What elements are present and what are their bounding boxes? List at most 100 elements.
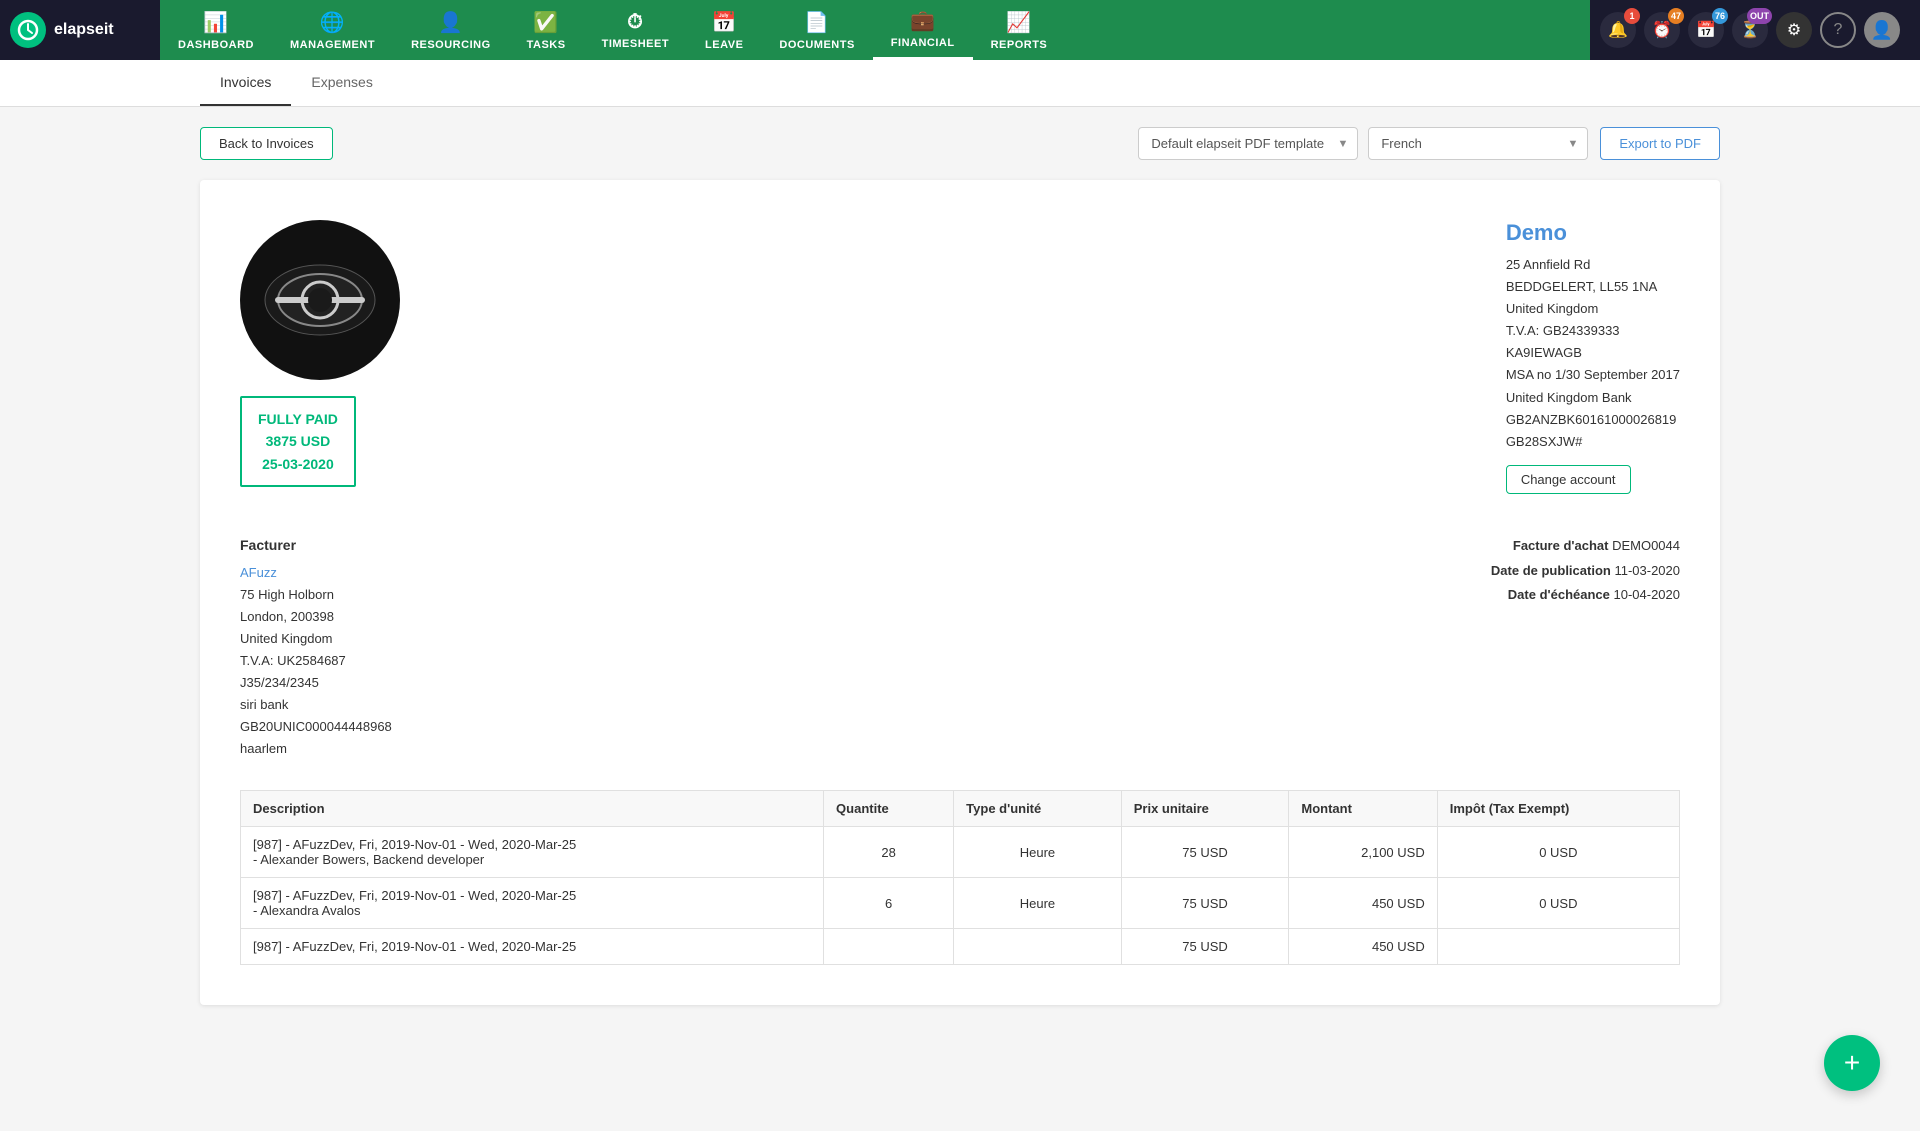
cell-description: [987] - AFuzzDev, Fri, 2019-Nov-01 - Wed… [241,878,824,929]
invoice-header: FULLY PAID 3875 USD 25-03-2020 Demo 25 A… [240,220,1680,494]
stamp-line1: FULLY PAID [258,408,338,430]
template-select-wrapper: Default elapseit PDF template ▼ [1138,127,1358,160]
nav-leave[interactable]: 📅 LEAVE [687,0,761,60]
logo-icon [10,12,46,48]
main-content: Back to Invoices Default elapseit PDF te… [0,107,1920,1025]
template-selectors: Default elapseit PDF template ▼ French E… [1138,127,1588,160]
nav-documents[interactable]: 📄 DOCUMENTS [761,0,872,60]
due-label: Date d'échéance [1508,587,1610,602]
company-bank: United Kingdom Bank [1506,387,1680,409]
language-select-wrapper: French English German Spanish ▼ [1368,127,1588,160]
company-info-section: Demo 25 Annfield Rd BEDDGELERT, LL55 1NA… [1506,220,1680,494]
col-montant: Montant [1289,791,1437,827]
col-impot: Impôt (Tax Exempt) [1437,791,1679,827]
publication-date: 11-03-2020 [1614,563,1680,578]
nav-tasks[interactable]: ✅ TASKS [509,0,584,60]
billed-bank: siri bank [240,694,392,716]
nav-resourcing[interactable]: 👤 RESOURCING [393,0,509,60]
nav-resourcing-label: RESOURCING [411,39,491,51]
bell-icon: 🔔 [1608,20,1628,40]
stamp-line3: 25-03-2020 [258,453,338,475]
invoice-meta: Facture d'achat DEMO0044 Date de publica… [1491,534,1680,761]
paid-stamp: FULLY PAID 3875 USD 25-03-2020 [240,396,356,487]
resourcing-icon: 👤 [438,10,463,35]
nav-reports[interactable]: 📈 REPORTS [973,0,1066,60]
invoice-card: FULLY PAID 3875 USD 25-03-2020 Demo 25 A… [200,180,1720,1005]
cell-prix: 75 USD [1121,929,1289,965]
invoice-number-row: Facture d'achat DEMO0044 [1491,534,1680,559]
template-select[interactable]: Default elapseit PDF template [1138,127,1358,160]
logo-text: elapseit [54,21,114,39]
invoice-toolbar: Back to Invoices Default elapseit PDF te… [200,127,1720,160]
billed-iban: GB20UNIC000044448968 [240,716,392,738]
timer-out-badge: OUT [1747,8,1772,24]
company-name: Demo [1506,220,1680,246]
cell-description: [987] - AFuzzDev, Fri, 2019-Nov-01 - Wed… [241,827,824,878]
dashboard-icon: 📊 [203,10,228,35]
change-account-button[interactable]: Change account [1506,465,1631,494]
fab-button[interactable]: + [1824,1035,1880,1091]
company-extra1: KA9IEWAGB [1506,342,1680,364]
nav-timesheet-label: TIMESHEET [602,38,669,50]
settings-button[interactable]: ⚙ [1776,12,1812,48]
tab-expenses[interactable]: Expenses [291,60,392,106]
invoice-number-value: DEMO0044 [1612,538,1680,553]
logo-section: FULLY PAID 3875 USD 25-03-2020 [240,220,400,494]
nav-dashboard[interactable]: 📊 DASHBOARD [160,0,272,60]
due-date: 10-04-2020 [1614,587,1681,602]
help-button[interactable]: ? [1820,12,1856,48]
col-type: Type d'unité [954,791,1122,827]
col-quantite: Quantite [824,791,954,827]
billed-label: Facturer [240,534,392,558]
logo[interactable]: elapseit [10,12,140,48]
nav-documents-label: DOCUMENTS [779,39,854,51]
nav-timesheet[interactable]: ⏱ TIMESHEET [584,0,687,60]
cell-quantite [824,929,954,965]
nav-management[interactable]: 🌐 MANAGEMENT [272,0,393,60]
cell-montant: 450 USD [1289,929,1437,965]
publication-row: Date de publication 11-03-2020 [1491,559,1680,584]
top-navigation: elapseit 📊 DASHBOARD 🌐 MANAGEMENT 👤 RESO… [0,0,1920,60]
company-address1: 25 Annfield Rd [1506,254,1680,276]
billed-to: Facturer AFuzz 75 High Holborn London, 2… [240,534,392,761]
cell-type [954,929,1122,965]
stamp-line2: 3875 USD [258,430,338,452]
nav-tasks-label: TASKS [527,39,566,51]
cell-type: Heure [954,878,1122,929]
documents-icon: 📄 [804,10,829,35]
cell-description: [987] - AFuzzDev, Fri, 2019-Nov-01 - Wed… [241,929,824,965]
company-msa: MSA no 1/30 September 2017 [1506,364,1680,386]
back-to-invoices-button[interactable]: Back to Invoices [200,127,333,160]
tab-invoices[interactable]: Invoices [200,60,291,106]
cell-impot: 0 USD [1437,827,1679,878]
nav-right-actions: 🔔 1 ⏰ 47 📅 76 ⏳ OUT ⚙ ? 👤 [1590,12,1910,48]
billed-address2: London, 200398 [240,606,392,628]
avatar[interactable]: 👤 [1864,12,1900,48]
nav-financial[interactable]: 💼 FINANCIAL [873,0,973,60]
timer-out-button[interactable]: ⏳ OUT [1732,12,1768,48]
leave-icon: 📅 [712,10,737,35]
calendar-button[interactable]: 📅 76 [1688,12,1724,48]
table-row: [987] - AFuzzDev, Fri, 2019-Nov-01 - Wed… [241,827,1680,878]
timer-badge: 47 [1668,8,1684,24]
nav-reports-label: REPORTS [991,39,1048,51]
table-header-row: Description Quantite Type d'unité Prix u… [241,791,1680,827]
billed-city: haarlem [240,738,392,760]
notifications-button[interactable]: 🔔 1 [1600,12,1636,48]
invoice-number-label: Facture d'achat [1513,538,1609,553]
export-to-pdf-button[interactable]: Export to PDF [1600,127,1720,160]
timer-button[interactable]: ⏰ 47 [1644,12,1680,48]
nav-bar: 📊 DASHBOARD 🌐 MANAGEMENT 👤 RESOURCING ✅ … [160,0,1590,60]
calendar-icon: 📅 [1696,20,1716,40]
company-iban2: GB28SXJW# [1506,431,1680,453]
billing-section: Facturer AFuzz 75 High Holborn London, 2… [240,534,1680,761]
timer-icon: ⏰ [1652,20,1672,40]
cell-impot [1437,929,1679,965]
cell-prix: 75 USD [1121,827,1289,878]
calendar-badge: 76 [1712,8,1728,24]
cell-impot: 0 USD [1437,878,1679,929]
financial-icon: 💼 [910,8,935,33]
nav-management-label: MANAGEMENT [290,39,375,51]
cell-montant: 2,100 USD [1289,827,1437,878]
language-select[interactable]: French English German Spanish [1368,127,1588,160]
